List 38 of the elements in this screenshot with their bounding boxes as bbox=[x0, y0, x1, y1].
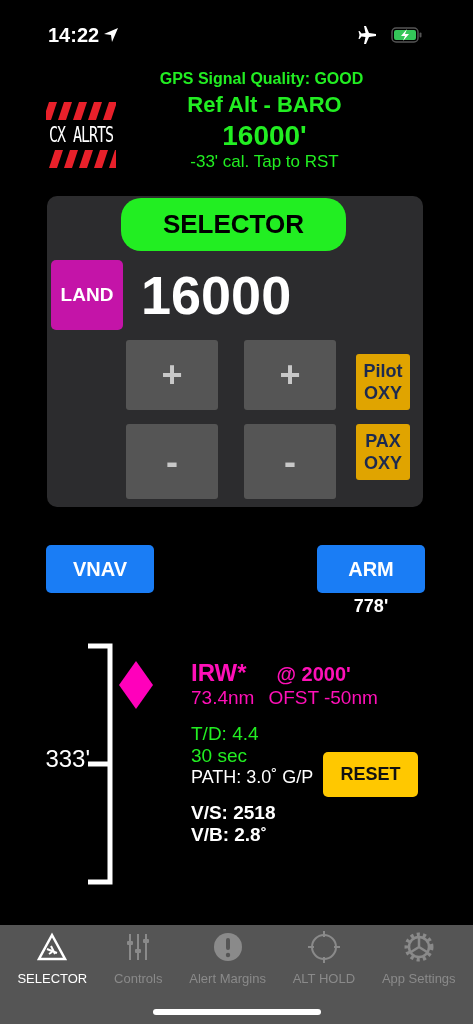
airplane-icon bbox=[357, 26, 377, 44]
ref-alt-text: Ref Alt - BARO bbox=[187, 92, 342, 118]
decrement-button[interactable]: - bbox=[126, 424, 218, 499]
decrement-button[interactable]: - bbox=[244, 424, 336, 499]
vertical-bearing: V/B: 2.8˚ bbox=[191, 824, 268, 846]
increment-button[interactable]: + bbox=[126, 340, 218, 410]
arm-button[interactable]: ARM bbox=[317, 545, 425, 593]
path-reading: PATH: 3.0˚ G/P bbox=[191, 767, 314, 788]
oxy-button[interactable]: Pilot OXY bbox=[356, 354, 410, 410]
offset-reading: OFST -50nm bbox=[268, 687, 378, 709]
arm-reading: 778' bbox=[353, 596, 389, 617]
settings-icon bbox=[402, 931, 435, 963]
crosshair-icon bbox=[307, 931, 340, 963]
waypoint-name: IRW* bbox=[191, 659, 247, 687]
warning-triangle-icon bbox=[37, 931, 68, 963]
tab[interactable]: SELECTOR bbox=[17, 931, 88, 986]
selected-altitude: 16000 bbox=[141, 264, 292, 326]
gps-quality-text: GPS Signal Quality: GOOD bbox=[159, 70, 364, 88]
top-of-descent: T/D: 4.4 bbox=[191, 723, 259, 745]
status-time: 14:22 bbox=[48, 23, 100, 47]
increment-button[interactable]: + bbox=[244, 340, 336, 410]
distance-reading: 73.4nm bbox=[191, 687, 255, 709]
vnav-button[interactable]: VNAV bbox=[46, 545, 154, 593]
reset-button[interactable]: RESET bbox=[323, 752, 418, 797]
time-to-descent: 30 sec bbox=[191, 745, 247, 767]
deviation-reading: 333' bbox=[44, 745, 90, 773]
battery-charging-icon bbox=[391, 27, 423, 43]
vertical-speed: V/S: 2518 bbox=[191, 802, 276, 824]
selector-button[interactable]: SELECTOR bbox=[121, 198, 346, 251]
diamond-icon bbox=[119, 661, 153, 709]
logo: CX ALRTS bbox=[46, 102, 116, 168]
land-button[interactable]: LAND bbox=[51, 260, 123, 330]
calibration-link[interactable]: -33' cal. Tap to RST bbox=[190, 152, 339, 172]
location-arrow-icon bbox=[103, 27, 120, 43]
exclamation-icon bbox=[212, 931, 243, 963]
altitude-reading: 16000' bbox=[222, 120, 307, 152]
crossing-altitude: @ 2000' bbox=[276, 663, 351, 686]
oxy-button[interactable]: PAX OXY bbox=[356, 424, 410, 480]
